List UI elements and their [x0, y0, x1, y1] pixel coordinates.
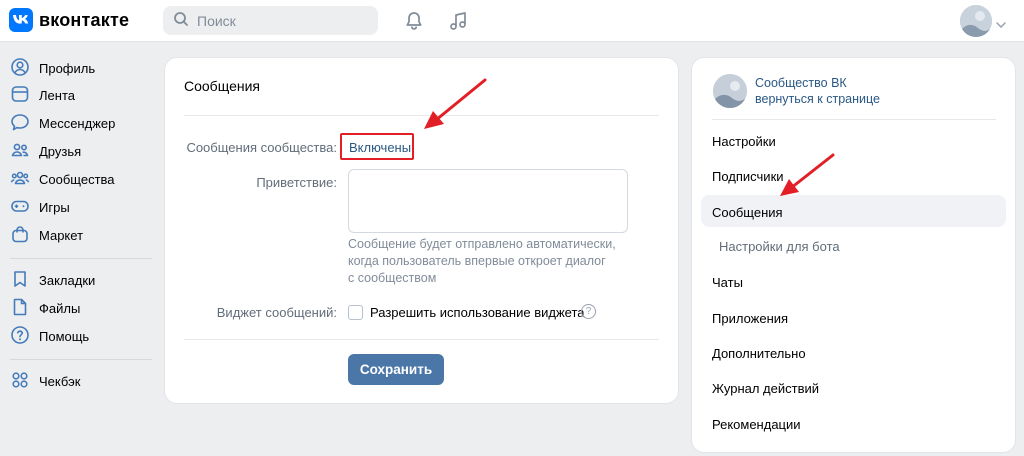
nav-divider	[10, 258, 152, 259]
greeting-textarea[interactable]	[348, 169, 628, 233]
community-avatar[interactable]	[713, 74, 747, 108]
nav-label: Файлы	[39, 300, 81, 316]
nav-label: Мессенджер	[39, 115, 116, 131]
community-messages-toggle-link[interactable]: Включены	[349, 140, 411, 155]
nav-item-files[interactable]: Файлы	[10, 296, 80, 320]
nav-item-friends[interactable]: Друзья	[10, 139, 81, 163]
messages-settings-card: Сообщения Сообщения сообщества: Включены…	[165, 58, 678, 403]
nav-label: Сообщества	[39, 171, 115, 187]
menu-item-settings[interactable]: Настройки	[712, 134, 776, 149]
nav-item-messenger[interactable]: Мессенджер	[10, 111, 115, 135]
nav-label: Помощь	[39, 328, 90, 344]
checkback-icon	[10, 370, 30, 393]
user-avatar[interactable]	[960, 5, 992, 37]
bookmark-icon	[10, 269, 30, 292]
search-bar[interactable]	[163, 6, 378, 35]
menu-item-recommendations[interactable]: Рекомендации	[712, 417, 801, 432]
back-to-page-link[interactable]: вернуться к странице	[755, 92, 880, 106]
community-name-link[interactable]: Сообщество ВК	[755, 76, 847, 90]
title-divider	[184, 115, 659, 116]
help-question-icon[interactable]: ?	[581, 304, 596, 319]
greeting-hint-line1: Сообщение будет отправлено автоматически…	[348, 237, 616, 251]
community-messages-label: Сообщения сообщества:	[186, 140, 337, 155]
greeting-label: Приветствие:	[256, 175, 337, 190]
communities-icon	[10, 168, 30, 191]
page-title: Сообщения	[184, 78, 260, 94]
search-input[interactable]	[197, 12, 357, 29]
music-icon[interactable]	[446, 9, 470, 33]
side-divider	[712, 119, 996, 120]
menu-item-chats[interactable]: Чаты	[712, 275, 743, 290]
form-divider	[184, 339, 659, 340]
messenger-icon	[10, 112, 30, 135]
vk-logo[interactable]: вконтакте	[9, 8, 129, 32]
nav-label: Профиль	[39, 60, 96, 76]
vk-logo-icon	[9, 8, 33, 32]
widget-label: Виджет сообщений:	[216, 305, 337, 320]
search-icon	[173, 11, 189, 30]
nav-label: Друзья	[39, 143, 82, 159]
nav-label: Лента	[39, 87, 75, 103]
widget-checkbox-label[interactable]: Разрешить использование виджета	[370, 305, 584, 320]
greeting-hint-line3: с сообществом	[348, 271, 437, 285]
gamepad-icon	[10, 196, 30, 219]
nav-item-market[interactable]: Маркет	[10, 223, 83, 247]
logo-text: вконтакте	[39, 9, 130, 30]
menu-item-messages[interactable]: Сообщения	[712, 205, 783, 220]
file-icon	[10, 297, 30, 320]
nav-label: Игры	[39, 199, 70, 215]
menu-item-apps[interactable]: Приложения	[712, 311, 788, 326]
nav-item-profile[interactable]: Профиль	[10, 56, 95, 80]
nav-item-feed[interactable]: Лента	[10, 83, 75, 107]
chevron-down-icon[interactable]	[996, 16, 1006, 31]
save-button[interactable]: Сохранить	[348, 354, 444, 385]
menu-item-bot-settings[interactable]: Настройки для бота	[719, 239, 840, 254]
community-menu-card: Сообщество ВК вернуться к странице Настр…	[692, 58, 1015, 452]
feed-icon	[10, 84, 30, 107]
widget-checkbox[interactable]	[348, 305, 363, 320]
friends-icon	[10, 140, 30, 163]
market-bag-icon	[10, 224, 30, 247]
nav-label: Чекбэк	[39, 373, 81, 389]
nav-item-checkback[interactable]: Чекбэк	[10, 369, 81, 393]
menu-item-action-log[interactable]: Журнал действий	[712, 381, 819, 396]
bell-icon[interactable]	[402, 9, 426, 33]
help-icon	[10, 325, 30, 348]
profile-icon	[10, 57, 30, 80]
nav-item-communities[interactable]: Сообщества	[10, 167, 115, 191]
nav-item-bookmarks[interactable]: Закладки	[10, 268, 95, 292]
menu-item-advanced[interactable]: Дополнительно	[712, 346, 806, 361]
greeting-hint-line2: когда пользователь впервые откроет диало…	[348, 254, 606, 268]
nav-divider	[10, 359, 152, 360]
nav-item-help[interactable]: Помощь	[10, 324, 89, 348]
nav-label: Закладки	[39, 272, 96, 288]
menu-item-subscribers[interactable]: Подписчики	[712, 169, 784, 184]
top-header: вконтакте	[0, 0, 1024, 42]
nav-label: Маркет	[39, 227, 84, 243]
nav-item-games[interactable]: Игры	[10, 195, 70, 219]
